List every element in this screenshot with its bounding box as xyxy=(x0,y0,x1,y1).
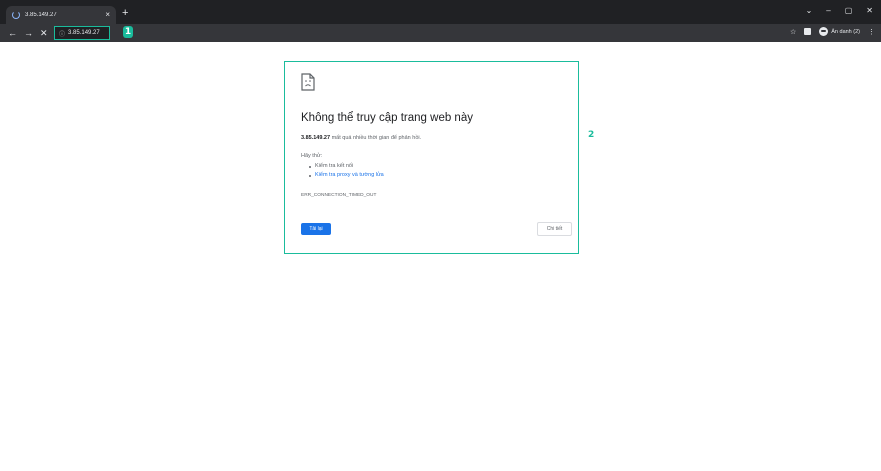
suggestion-link[interactable]: Kiểm tra proxy và tường lửa xyxy=(309,171,384,180)
details-button[interactable]: Chi tiết xyxy=(537,222,572,236)
profile-label: Ẩn danh (2) xyxy=(831,28,860,35)
tab-title: 3.85.149.27 xyxy=(25,12,57,18)
reload-button[interactable]: Tải lại xyxy=(301,223,331,235)
suggestion-text: Kiểm tra kết nối xyxy=(315,163,354,169)
sad-page-icon xyxy=(301,73,315,91)
bookmark-star-icon[interactable]: ☆ xyxy=(790,28,796,36)
info-circle-icon[interactable]: ⓘ xyxy=(59,29,65,38)
address-bar[interactable]: ⓘ 3.85.149.27 xyxy=(54,26,110,40)
close-window-button[interactable]: ✕ xyxy=(866,7,873,15)
bullet-icon xyxy=(309,174,311,177)
tab-search-icon[interactable]: ⌄ xyxy=(806,7,813,15)
try-label: Hãy thử: xyxy=(301,153,323,159)
tab-strip: 3.85.149.27 × + ⌄ – ▢ ✕ xyxy=(0,0,881,24)
back-button[interactable]: ← xyxy=(8,26,17,40)
incognito-profile-button[interactable]: Ẩn danh (2) xyxy=(819,27,860,36)
error-title: Không thể truy cập trang web này xyxy=(301,112,473,124)
loading-spinner-icon xyxy=(12,11,20,19)
annotation-marker-2: 2 xyxy=(588,130,595,140)
annotation-marker-1: 1 xyxy=(123,26,133,38)
browser-tab[interactable]: 3.85.149.27 × xyxy=(6,6,116,24)
stop-button[interactable]: ✕ xyxy=(40,26,48,40)
suggestion-text[interactable]: Kiểm tra proxy và tường lửa xyxy=(315,171,384,180)
toolbar-actions: ☆ Ẩn danh (2) ⋮ xyxy=(790,27,875,36)
forward-button[interactable]: → xyxy=(24,26,33,40)
incognito-icon xyxy=(819,27,829,36)
suggestion-list: Kiểm tra kết nối Kiểm tra proxy và tường… xyxy=(309,162,384,180)
window-controls: ⌄ – ▢ ✕ xyxy=(806,7,873,15)
suggestion-item: Kiểm tra kết nối xyxy=(309,162,384,171)
error-message-suffix: mất quá nhiều thời gian để phản hồi. xyxy=(330,135,422,141)
address-text: 3.85.149.27 xyxy=(68,30,100,36)
new-tab-button[interactable]: + xyxy=(122,8,128,19)
error-code: ERR_CONNECTION_TIMED_OUT xyxy=(301,193,377,198)
maximize-button[interactable]: ▢ xyxy=(845,7,853,15)
tab-close-icon[interactable]: × xyxy=(105,11,110,19)
error-message: 3.85.149.27 mất quá nhiều thời gian để p… xyxy=(301,135,421,141)
bullet-icon xyxy=(309,165,311,168)
side-panel-icon[interactable] xyxy=(804,28,812,35)
minimize-button[interactable]: – xyxy=(826,7,830,15)
error-host: 3.85.149.27 xyxy=(301,135,331,141)
menu-icon[interactable]: ⋮ xyxy=(868,28,875,36)
